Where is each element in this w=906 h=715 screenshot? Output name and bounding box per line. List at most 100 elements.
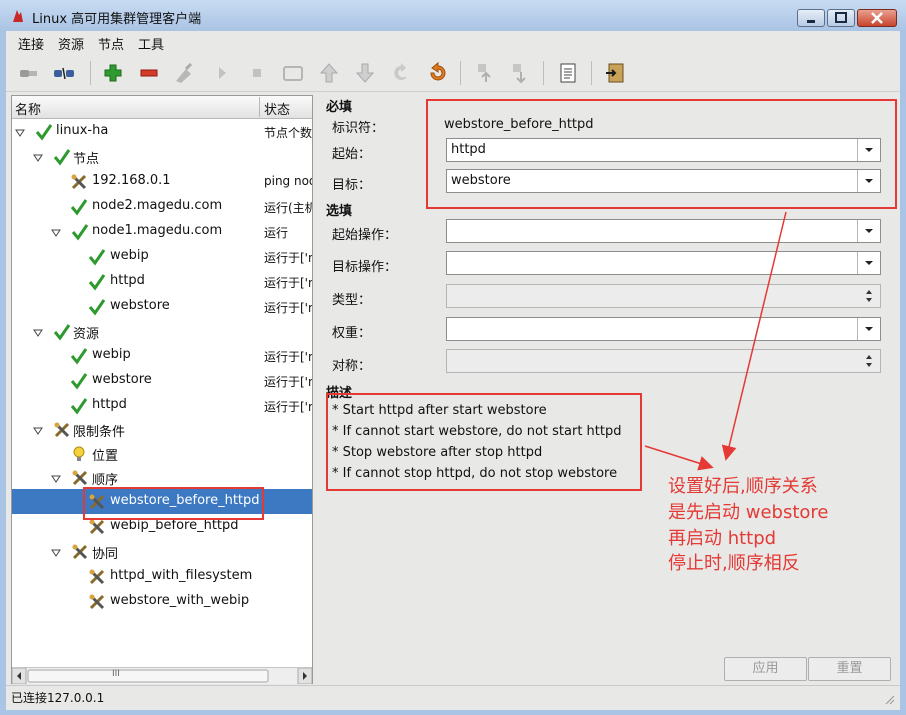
tree-item-status: 运行于['n <box>264 400 312 414</box>
constraint-icon <box>88 518 106 536</box>
check-icon <box>88 298 106 316</box>
optional-section-title: 选填 <box>326 204 353 219</box>
check-icon <box>35 123 53 141</box>
from-label: 起始： <box>332 147 372 162</box>
annotation-text: 是先启动 webstore <box>668 502 829 523</box>
move-down-icon[interactable] <box>507 61 531 85</box>
constraint-icon <box>71 469 89 487</box>
column-header-name[interactable]: 名称 <box>15 99 41 118</box>
tree-item-label[interactable]: node2.magedu.com <box>92 198 222 213</box>
tree-item-label[interactable]: httpd_with_filesystem <box>110 568 252 583</box>
undo-icon[interactable] <box>425 61 449 85</box>
expand-toggle-icon[interactable] <box>33 327 43 337</box>
type-select[interactable] <box>446 284 881 308</box>
to-action-label: 目标操作： <box>332 260 398 275</box>
symmetric-select[interactable] <box>446 349 881 373</box>
menu-resources[interactable]: 资源 <box>58 34 84 53</box>
tree-item-label[interactable]: 协同 <box>92 543 118 562</box>
tree-item-label[interactable]: httpd <box>110 273 145 288</box>
chevron-down-icon[interactable] <box>857 318 880 340</box>
chevron-down-icon[interactable] <box>857 220 880 242</box>
panel-splitter[interactable] <box>313 95 320 685</box>
weight-select[interactable] <box>446 317 881 341</box>
expand-toggle-icon[interactable] <box>51 473 61 483</box>
tree-item-label[interactable]: 资源 <box>73 323 99 342</box>
menu-connect[interactable]: 连接 <box>18 34 44 53</box>
stop-icon[interactable] <box>245 61 269 85</box>
up-icon[interactable] <box>317 61 341 85</box>
spinner-icon[interactable] <box>858 285 880 307</box>
start-icon[interactable] <box>210 61 234 85</box>
resize-grip-icon[interactable] <box>883 693 895 709</box>
remove-icon[interactable] <box>137 61 161 85</box>
spinner-icon[interactable] <box>858 350 880 372</box>
connect-icon[interactable] <box>17 61 41 85</box>
expand-toggle-icon[interactable] <box>51 547 61 557</box>
minimize-button[interactable] <box>797 9 825 27</box>
exit-icon[interactable] <box>603 61 627 85</box>
to-action-select[interactable] <box>446 251 881 275</box>
down-icon[interactable] <box>353 61 377 85</box>
menu-tools[interactable]: 工具 <box>138 34 164 53</box>
toolbar-separator <box>543 61 544 85</box>
apply-button[interactable]: 应用 <box>724 657 807 681</box>
move-up-icon[interactable] <box>472 61 496 85</box>
tree-item-label[interactable]: webstore_with_webip <box>110 593 249 608</box>
standby-icon[interactable] <box>281 61 305 85</box>
tree-item-label[interactable]: 限制条件 <box>73 421 125 440</box>
expand-toggle-icon[interactable] <box>15 127 25 137</box>
tree-item-label[interactable]: webstore <box>110 298 170 313</box>
tree-item-label[interactable]: 节点 <box>73 148 99 167</box>
check-icon <box>53 323 71 341</box>
toolbar-separator <box>460 61 461 85</box>
close-icon <box>871 12 883 24</box>
migrate-icon[interactable] <box>389 61 413 85</box>
tree-item-label[interactable]: 顺序 <box>92 469 118 488</box>
menu-nodes[interactable]: 节点 <box>98 34 124 53</box>
from-action-select[interactable] <box>446 219 881 243</box>
horizontal-scrollbar[interactable] <box>11 667 313 685</box>
tree-item-label[interactable]: 位置 <box>92 445 118 464</box>
close-button[interactable] <box>857 9 897 27</box>
tree-item-label[interactable]: webstore <box>92 372 152 387</box>
tree-item-label[interactable]: webip <box>92 347 131 362</box>
chevron-down-icon[interactable] <box>857 252 880 274</box>
scroll-thumb-grip[interactable]: III <box>112 669 120 679</box>
window-title: Linux 高可用集群管理客户端 <box>32 12 202 27</box>
tree-item-label[interactable]: 192.168.0.1 <box>92 173 171 188</box>
check-icon <box>53 148 71 166</box>
add-icon[interactable] <box>101 61 125 85</box>
check-icon <box>88 273 106 291</box>
check-icon <box>70 372 88 390</box>
status-bar <box>6 685 900 710</box>
tree-item-label[interactable]: linux-ha <box>56 123 108 138</box>
toolbar-separator <box>90 61 91 85</box>
expand-toggle-icon[interactable] <box>33 425 43 435</box>
constraint-icon <box>53 421 71 439</box>
highlight-selected-constraint <box>83 487 264 520</box>
tree-item-label[interactable]: node1.magedu.com <box>92 223 222 238</box>
required-section-title: 必填 <box>326 100 353 115</box>
tree-item-label[interactable]: httpd <box>92 397 127 412</box>
column-divider[interactable] <box>259 97 260 117</box>
expand-toggle-icon[interactable] <box>33 152 43 162</box>
disconnect-icon[interactable] <box>52 61 76 85</box>
cleanup-icon[interactable] <box>172 61 196 85</box>
column-header-status[interactable]: 状态 <box>264 99 290 118</box>
tree-item-status: 节点个数 <box>264 126 312 140</box>
id-label: 标识符： <box>332 121 385 136</box>
minimize-icon <box>807 20 815 23</box>
maximize-icon <box>835 12 847 23</box>
expand-toggle-icon[interactable] <box>51 227 61 237</box>
bulb-icon <box>70 445 88 463</box>
tree-item-label[interactable]: webip <box>110 248 149 263</box>
report-icon[interactable] <box>556 61 580 85</box>
reset-button[interactable]: 重置 <box>808 657 891 681</box>
connection-status: 已连接127.0.0.1 <box>11 691 105 705</box>
maximize-button[interactable] <box>827 9 855 27</box>
tree-item-status: ping node <box>264 174 312 188</box>
app-icon <box>11 9 25 23</box>
tree-item-status: 运行(主机) <box>264 201 312 215</box>
check-icon <box>88 248 106 266</box>
tree-item-label[interactable]: webip_before_httpd <box>110 518 239 533</box>
